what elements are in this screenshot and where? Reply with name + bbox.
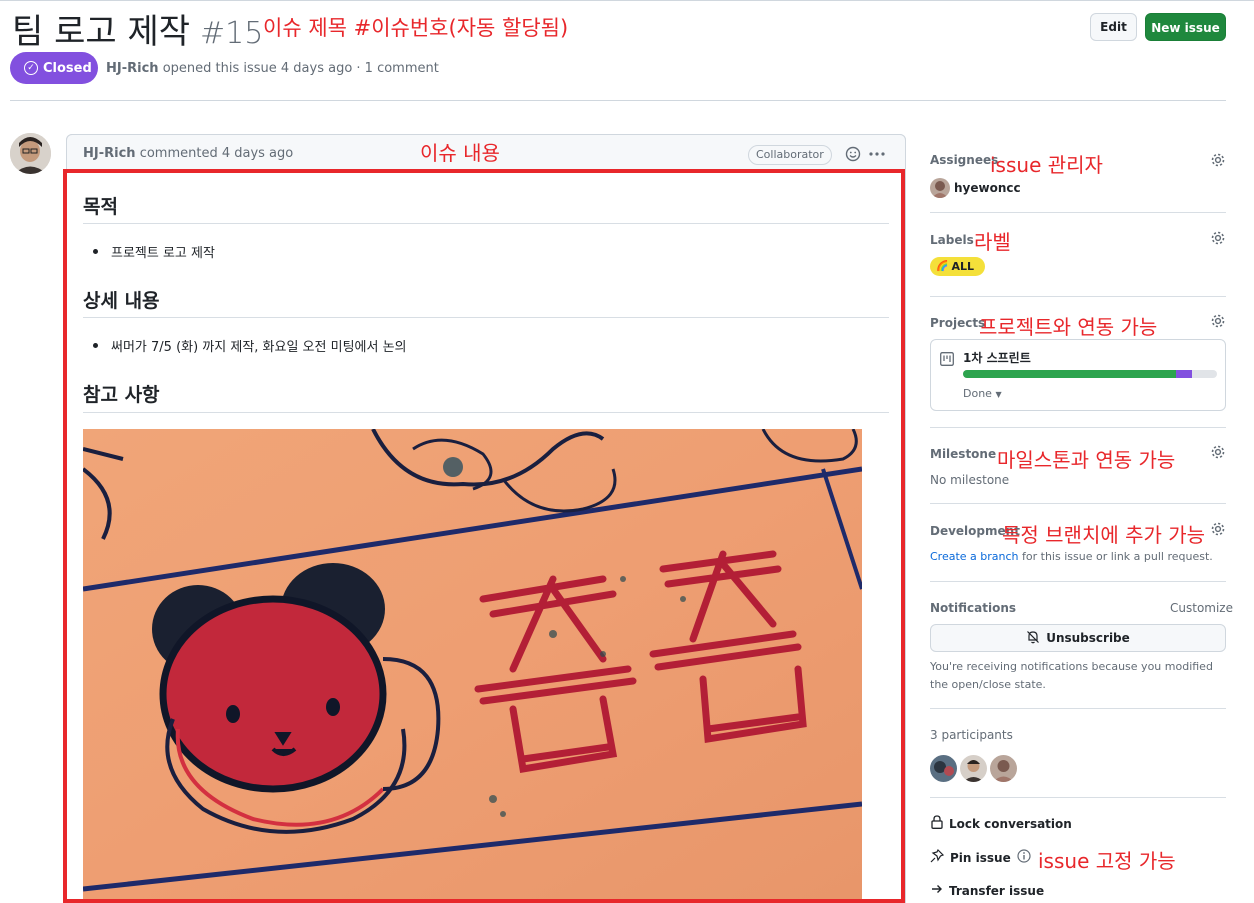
avatar[interactable] bbox=[10, 133, 51, 174]
sidebar-divider bbox=[930, 503, 1226, 504]
caret-down-icon: ▼ bbox=[995, 390, 1002, 399]
participants-title: 3 participants bbox=[930, 728, 1013, 742]
notifications-title: Notifications bbox=[930, 601, 1017, 615]
gear-icon[interactable] bbox=[1210, 313, 1226, 329]
pin-icon bbox=[930, 848, 945, 866]
pin-label: Pin issue bbox=[950, 850, 1011, 865]
collaborator-badge: Collaborator bbox=[748, 145, 832, 165]
bell-slash-icon bbox=[1026, 630, 1040, 647]
progress-done-segment bbox=[963, 370, 1177, 378]
info-icon[interactable] bbox=[1017, 849, 1031, 866]
smiley-icon[interactable] bbox=[845, 146, 861, 162]
annotation-development: 특정 브랜치에 추가 가능 bbox=[1002, 523, 1206, 547]
progress-in-progress-segment bbox=[1176, 370, 1192, 378]
annotation-pin: issue 고정 가능 bbox=[1038, 849, 1176, 873]
customize-link[interactable]: Customize bbox=[1170, 601, 1233, 615]
arrow-right-icon bbox=[931, 883, 943, 898]
top-border bbox=[0, 0, 1254, 1]
unsubscribe-label: Unsubscribe bbox=[1046, 631, 1130, 645]
sidebar-divider bbox=[930, 427, 1226, 428]
comment-time: commented 4 days ago bbox=[139, 146, 294, 161]
development-rest: for this issue or link a pull request. bbox=[1018, 550, 1213, 563]
label-all[interactable]: 🌈 ALL bbox=[930, 257, 985, 276]
lock-icon bbox=[931, 815, 943, 832]
lock-label: Lock conversation bbox=[949, 816, 1072, 831]
gear-icon[interactable] bbox=[1210, 152, 1226, 168]
comment-meta: HJ-Rich commented 4 days ago bbox=[83, 146, 293, 161]
project-progress-bar bbox=[963, 370, 1217, 378]
annotation-assignees: issue 관리자 bbox=[990, 153, 1103, 177]
projects-title: Projects bbox=[930, 316, 986, 330]
gear-icon[interactable] bbox=[1210, 444, 1226, 460]
sidebar-divider bbox=[930, 212, 1226, 213]
milestone-value: No milestone bbox=[930, 473, 1010, 487]
annotation-body: 이슈 내용 bbox=[420, 141, 500, 165]
issue-title: 팀 로고 제작 bbox=[12, 12, 191, 52]
edit-button[interactable]: Edit bbox=[1090, 13, 1137, 41]
sidebar-divider bbox=[930, 708, 1226, 709]
project-name[interactable]: 1차 스프린트 bbox=[963, 349, 1031, 366]
annotation-labels: 라벨 bbox=[974, 230, 1011, 254]
participants-list bbox=[930, 755, 1017, 782]
transfer-label: Transfer issue bbox=[949, 883, 1045, 898]
kebab-icon[interactable] bbox=[868, 146, 886, 162]
status-badge: ✓ Closed bbox=[10, 52, 98, 84]
sidebar-divider bbox=[930, 581, 1226, 582]
label-text: ALL bbox=[951, 260, 974, 273]
comment-author[interactable]: HJ-Rich bbox=[83, 146, 136, 161]
unsubscribe-button[interactable]: Unsubscribe bbox=[930, 624, 1226, 652]
issue-meta: HJ-Rich opened this issue 4 days ago · 1… bbox=[106, 61, 439, 76]
gear-icon[interactable] bbox=[1210, 230, 1226, 246]
annotation-frame bbox=[63, 169, 905, 903]
milestone-title: Milestone bbox=[930, 447, 997, 461]
assignee-avatar[interactable] bbox=[930, 178, 950, 198]
issue-title-row: 팀 로고 제작 #15 bbox=[12, 4, 263, 53]
rainbow-icon: 🌈 bbox=[936, 261, 949, 272]
participant-avatar[interactable] bbox=[960, 755, 987, 782]
status-label: Closed bbox=[43, 60, 92, 76]
author-link[interactable]: HJ-Rich bbox=[106, 61, 159, 76]
issue-number: #15 bbox=[200, 16, 264, 51]
create-branch-link[interactable]: Create a branch bbox=[930, 550, 1019, 563]
sidebar-divider bbox=[930, 296, 1226, 297]
pin-issue-link[interactable]: Pin issue bbox=[930, 848, 1031, 866]
issue-meta-text: opened this issue 4 days ago · 1 comment bbox=[162, 61, 439, 76]
assignees-title: Assignees bbox=[930, 153, 999, 167]
development-text: Create a branch for this issue or link a… bbox=[930, 550, 1213, 563]
labels-title: Labels bbox=[930, 233, 974, 247]
assignee-name[interactable]: hyewoncc bbox=[954, 181, 1021, 195]
project-status-dropdown[interactable]: Done ▼ bbox=[963, 387, 1002, 400]
project-board-icon bbox=[940, 351, 954, 366]
project-status: Done bbox=[963, 387, 992, 400]
new-issue-button[interactable]: New issue bbox=[1145, 13, 1226, 41]
header-divider bbox=[10, 100, 1226, 101]
check-circle-icon: ✓ bbox=[24, 61, 38, 75]
notification-reason: You're receiving notifications because y… bbox=[930, 660, 1213, 691]
lock-conversation-link[interactable]: Lock conversation bbox=[931, 815, 1072, 832]
transfer-issue-link[interactable]: Transfer issue bbox=[931, 883, 1044, 898]
annotation-title: 이슈 제목 #이슈번호(자동 할당됨) bbox=[263, 16, 569, 40]
sidebar-divider bbox=[930, 797, 1226, 798]
participant-avatar[interactable] bbox=[990, 755, 1017, 782]
annotation-projects: 프로젝트와 연동 가능 bbox=[979, 315, 1158, 339]
participant-avatar[interactable] bbox=[930, 755, 957, 782]
gear-icon[interactable] bbox=[1210, 521, 1226, 537]
annotation-milestone: 마일스톤과 연동 가능 bbox=[997, 448, 1176, 472]
